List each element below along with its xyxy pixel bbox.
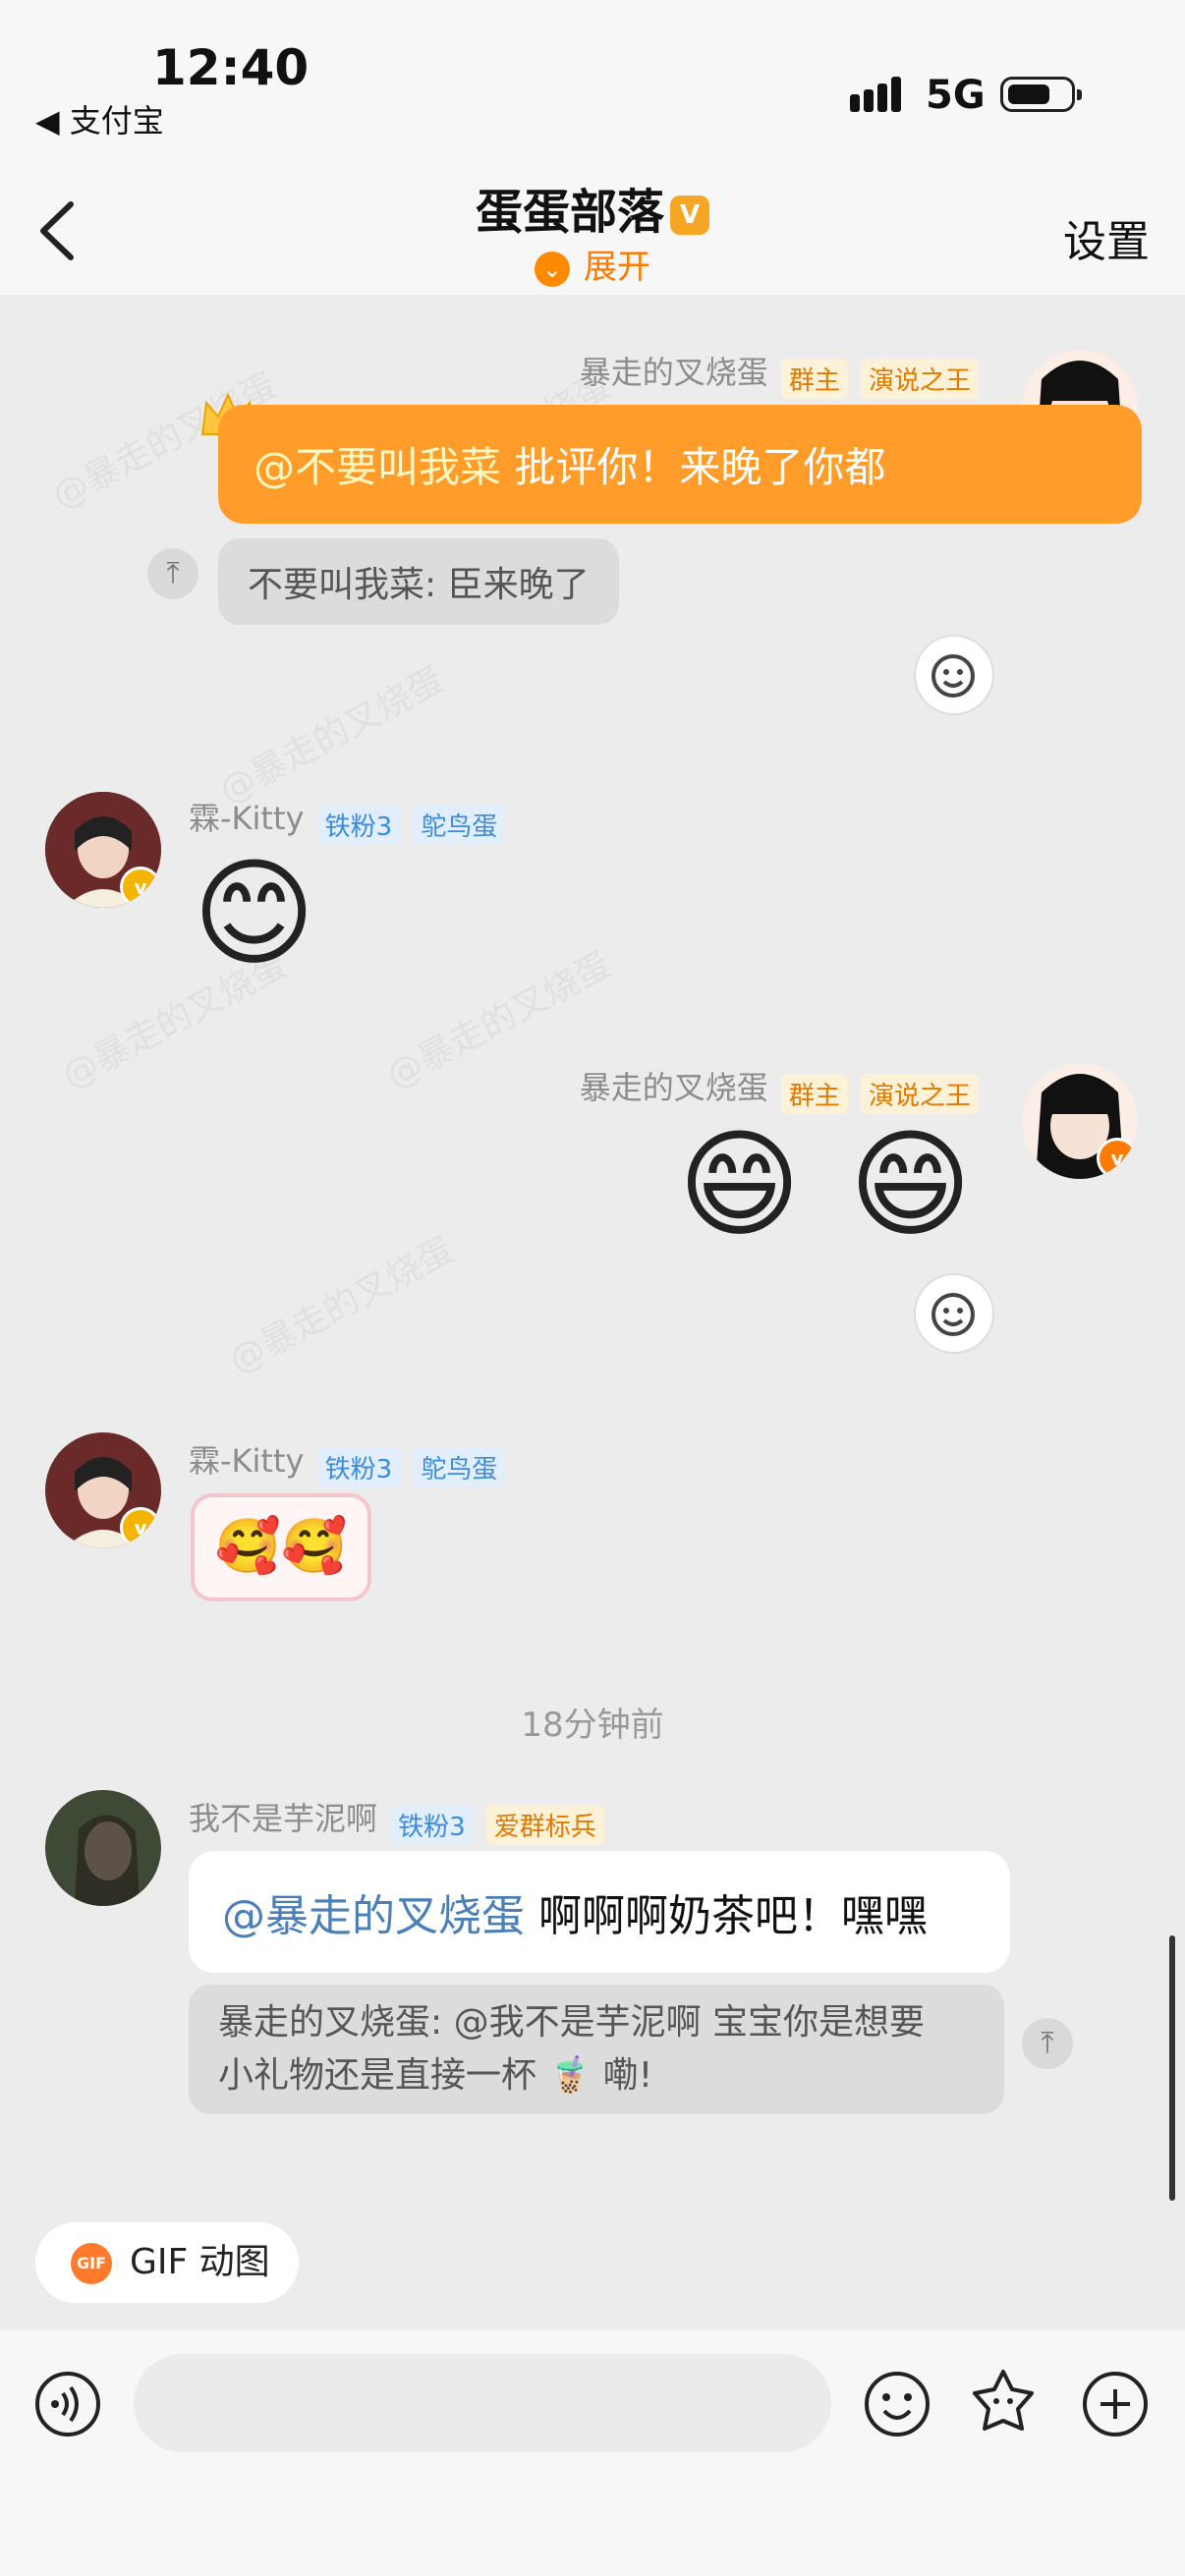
watermark: @暴走的叉烧蛋	[222, 1229, 461, 1382]
sender-name: 暴走的叉烧蛋	[579, 1069, 768, 1106]
avatar[interactable]: v	[1022, 1063, 1138, 1179]
fan-level-tag: 铁粉3	[390, 1805, 474, 1845]
expand-button[interactable]: ⌄ 展开	[0, 240, 1185, 288]
quote-line: 暴走的叉烧蛋: @我不是芋泥啊 宝宝你是想要	[218, 2002, 926, 2043]
chevron-down-icon: ⌄	[535, 251, 570, 287]
sender-info: 我不是芋泥啊 铁粉3 爱群标兵	[189, 1794, 604, 1845]
watermark: @暴走的叉烧蛋	[212, 659, 451, 812]
sticker-icon[interactable]	[969, 2368, 1038, 2436]
back-to-app-link[interactable]: ◀ 支付宝	[35, 96, 164, 141]
message-bubble[interactable]: @暴走的叉烧蛋 啊啊啊奶茶吧！嘿嘿	[189, 1851, 1010, 1973]
avatar[interactable]: v	[45, 1432, 161, 1548]
mention-link[interactable]: @暴走的叉烧蛋	[222, 1891, 525, 1941]
group-title-text: 蛋蛋部落	[475, 185, 664, 240]
emoji-message[interactable]: 😄	[849, 1112, 972, 1260]
fan-level-tag: 铁粉3	[316, 1447, 401, 1487]
message-input[interactable]	[134, 2354, 831, 2452]
sender-info: 暴走的叉烧蛋 群主 演说之王	[580, 1063, 979, 1114]
role-tag: 群主	[780, 1074, 848, 1114]
avatar[interactable]: v	[45, 792, 161, 908]
message-bubble[interactable]: @不要叫我菜 批评你！来晚了你都	[218, 405, 1142, 524]
title-tag: 鸵鸟蛋	[413, 805, 506, 845]
scrollbar[interactable]	[1169, 1935, 1175, 2201]
verified-icon: v	[120, 1507, 161, 1548]
sender-name: 霖-Kitty	[189, 800, 305, 837]
timestamp: 18分钟前	[521, 1706, 664, 1745]
emoji-icon[interactable]	[863, 2370, 931, 2438]
sender-name: 霖-Kitty	[189, 1442, 305, 1480]
add-reaction-icon[interactable]	[914, 635, 994, 715]
role-tag: 群主	[780, 359, 848, 399]
network-label: 5G	[926, 73, 986, 118]
sender-info: 暴走的叉烧蛋 群主 演说之王	[580, 348, 979, 399]
battery-icon	[1000, 77, 1082, 112]
message-text: 啊啊啊奶茶吧！嘿嘿	[525, 1891, 928, 1941]
voice-icon[interactable]	[33, 2370, 102, 2438]
pin-top-icon[interactable]: ⤒	[1022, 2018, 1073, 2069]
title-tag: 演说之王	[860, 1074, 979, 1114]
title-tag: 鸵鸟蛋	[413, 1447, 506, 1487]
message-text: 批评你！来晚了你都	[501, 443, 886, 491]
title-tag: 演说之王	[860, 359, 979, 399]
title-tag: 爱群标兵	[485, 1805, 604, 1845]
emoji-message[interactable]: 😊	[193, 841, 315, 988]
fan-level-tag: 铁粉3	[316, 805, 401, 845]
gif-button[interactable]: GIF GIF 动图	[35, 2222, 299, 2303]
quote-bubble[interactable]: 暴走的叉烧蛋: @我不是芋泥啊 宝宝你是想要 小礼物还是直接一杯 🧋 嘞!	[189, 1985, 1004, 2114]
verified-icon: v	[120, 867, 161, 908]
emoji-message[interactable]: 😄	[678, 1112, 801, 1260]
gif-icon: GIF	[71, 2243, 112, 2284]
sender-info: 霖-Kitty 铁粉3 鸵鸟蛋	[189, 794, 506, 845]
mention-link[interactable]: @不要叫我菜	[254, 443, 501, 491]
expand-label: 展开	[584, 248, 650, 287]
sticker-message[interactable]: 🥰🥰	[191, 1493, 371, 1601]
signal-icon	[850, 77, 913, 120]
avatar[interactable]	[45, 1790, 161, 1906]
add-reaction-icon[interactable]	[914, 1273, 994, 1354]
gif-label: GIF 动图	[130, 2242, 270, 2282]
plus-icon[interactable]	[1081, 2370, 1150, 2438]
sender-name: 我不是芋泥啊	[189, 1800, 378, 1837]
pin-top-icon[interactable]: ⤒	[147, 548, 198, 599]
top-bar: 12:40 ◀ 支付宝 5G 蛋蛋部落 V ⌄ 展开 设置	[0, 0, 1185, 295]
sender-info: 霖-Kitty 铁粉3 鸵鸟蛋	[189, 1436, 506, 1487]
quote-line: 小礼物还是直接一杯 🧋 嘞!	[218, 2055, 653, 2096]
verified-icon: v	[1097, 1138, 1138, 1179]
quote-bubble[interactable]: 不要叫我菜: 臣来晚了	[218, 538, 619, 625]
status-time: 12:40	[152, 39, 310, 96]
sender-name: 暴走的叉烧蛋	[579, 354, 768, 391]
group-title: 蛋蛋部落 V	[0, 173, 1185, 242]
settings-button[interactable]: 设置	[1063, 206, 1150, 269]
verified-badge-icon: V	[670, 196, 709, 235]
